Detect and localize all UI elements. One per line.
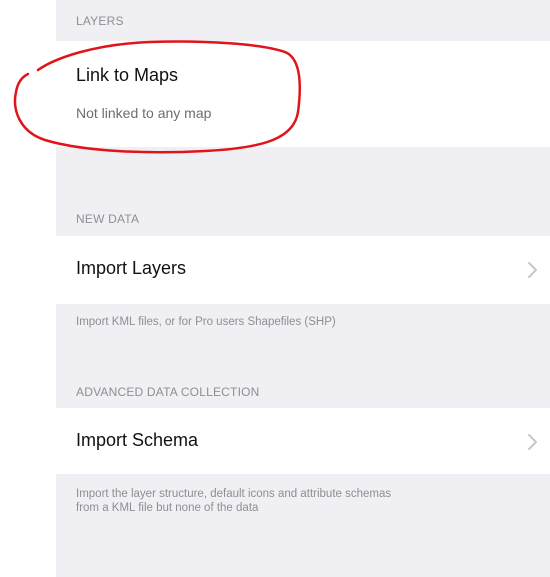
chevron-right-icon [528,434,537,450]
layers-section-header: LAYERS [76,14,124,28]
link-to-maps-subtitle: Not linked to any map [76,105,212,121]
import-layers-cell[interactable]: Import Layers [56,236,550,304]
chevron-right-icon [528,262,537,278]
link-to-maps-cell[interactable]: Link to Maps Not linked to any map [56,41,550,147]
import-layers-footer-text: Import KML files, or for Pro users Shape… [76,316,336,328]
advanced-data-collection-section-header: ADVANCED DATA COLLECTION [76,385,260,399]
import-schema-cell[interactable]: Import Schema [56,408,550,474]
new-data-section-header: NEW DATA [76,212,140,226]
import-layers-footer: Import KML files, or for Pro users Shape… [76,315,550,329]
import-schema-footer-line-2: from a KML file but none of the data [76,502,259,514]
link-to-maps-title: Link to Maps [76,65,179,85]
import-layers-label: Import Layers [76,258,187,278]
import-schema-footer-line-1: Import the layer structure, default icon… [76,488,392,500]
import-schema-label: Import Schema [76,430,199,450]
settings-screen: LAYERS Link to Maps Not linked to any ma… [56,0,550,577]
import-schema-footer: Import the layer structure, default icon… [76,487,550,515]
